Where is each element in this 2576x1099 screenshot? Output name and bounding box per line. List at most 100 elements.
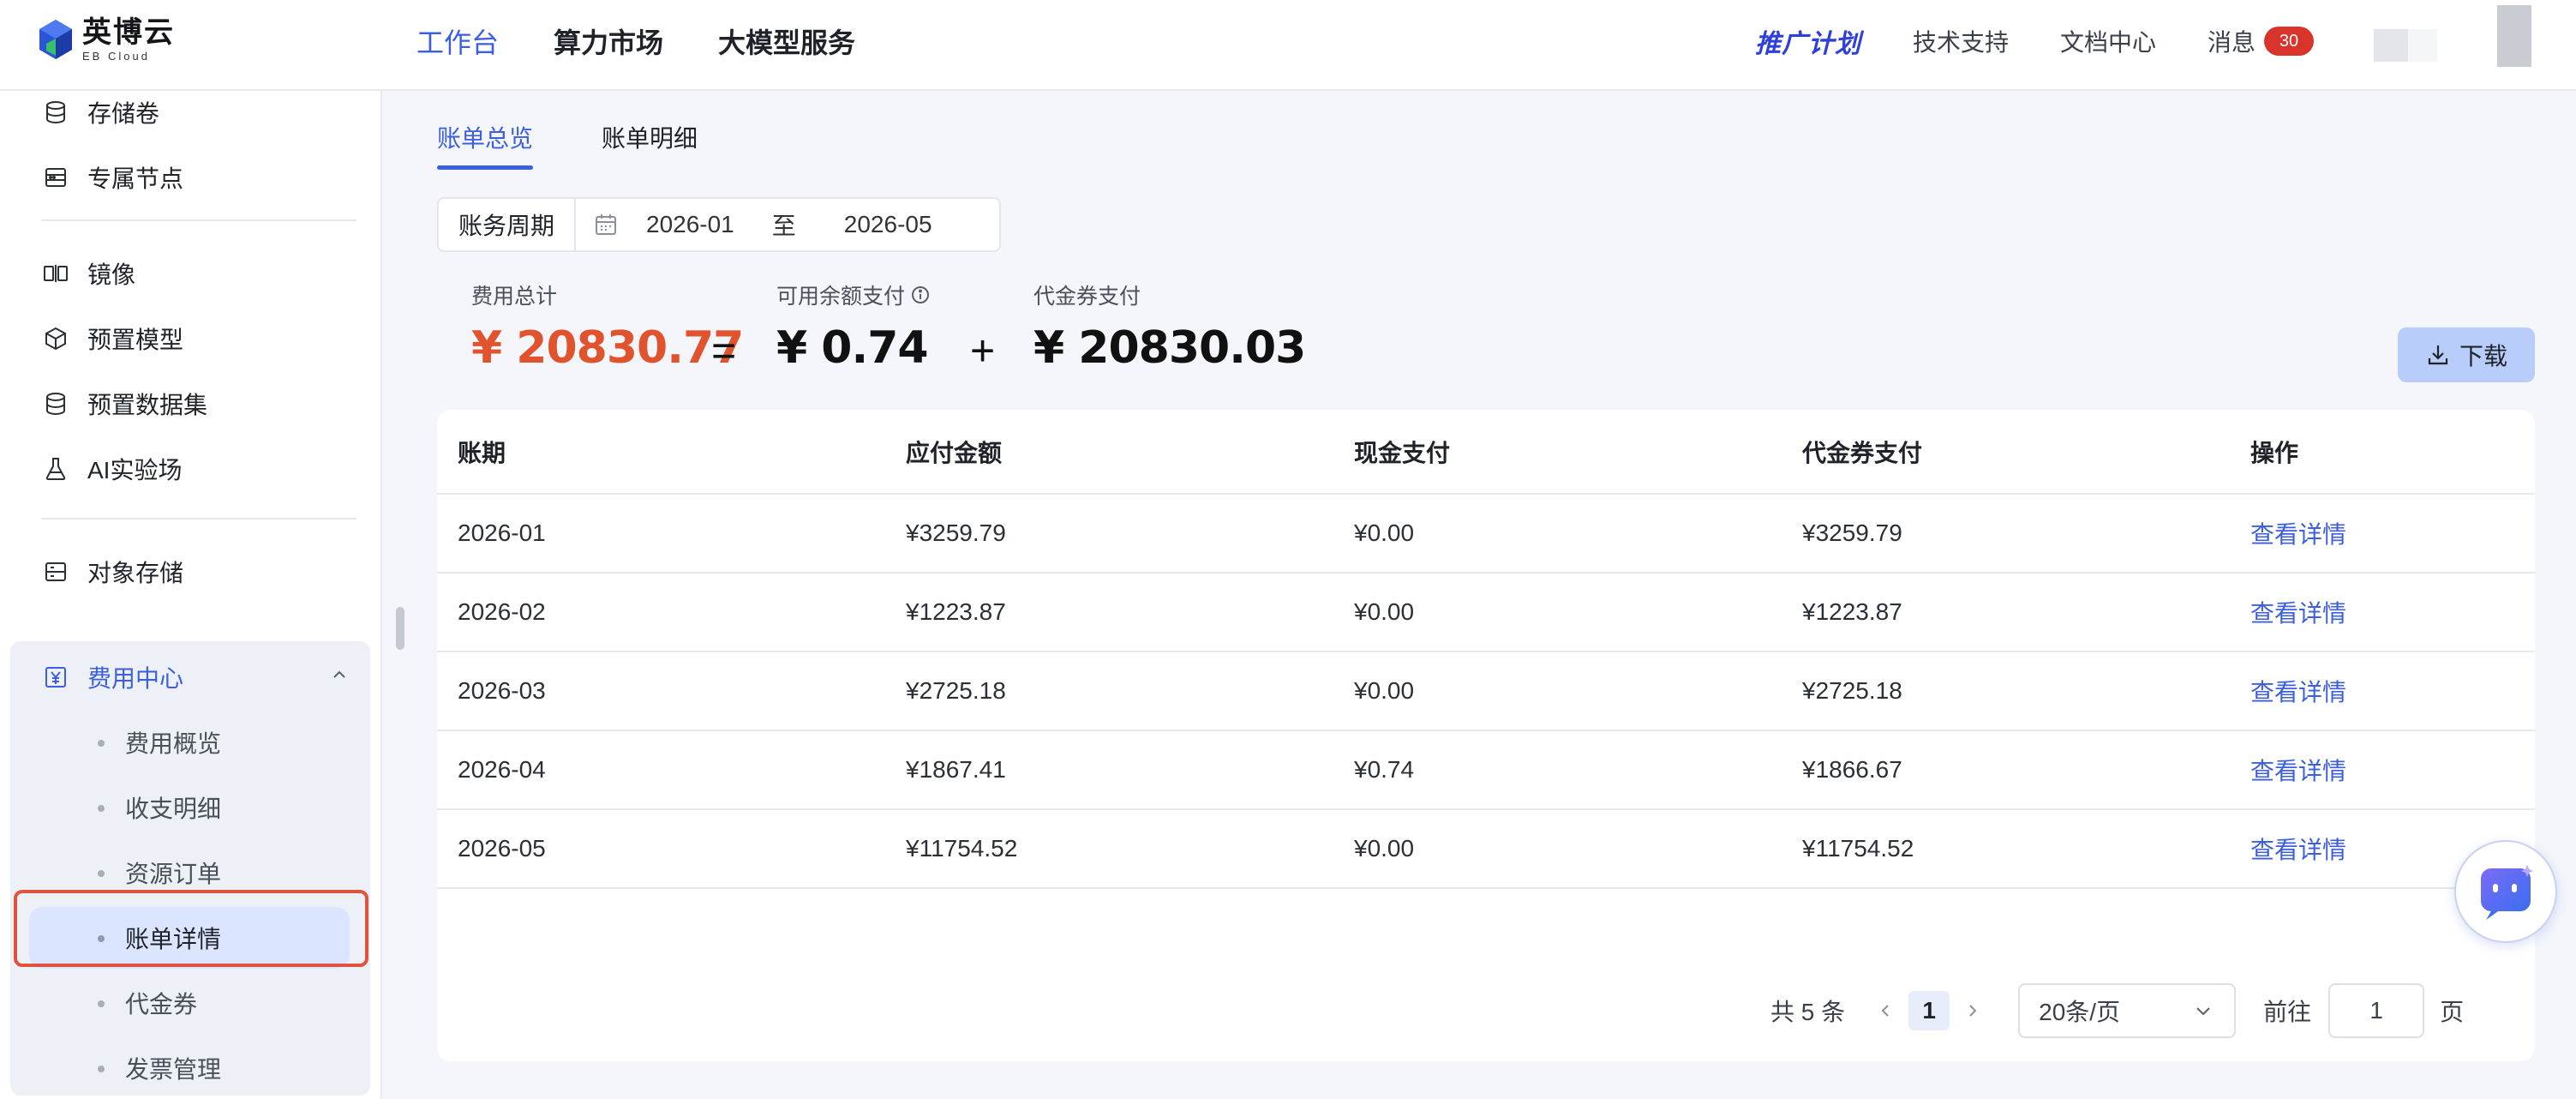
table-row: 2026-01 ¥3259.79 ¥0.00 ¥3259.79 查看详情: [437, 494, 2535, 574]
promo-link[interactable]: 推广计划: [1755, 22, 1861, 60]
voucher-amount: ¥ 20830.03: [1033, 322, 1306, 374]
user-menu[interactable]: [2497, 5, 2531, 67]
avatar[interactable]: [2374, 29, 2437, 62]
billing-period-picker[interactable]: 账务周期 2026-01 至 2026-05: [437, 197, 1001, 252]
period-start[interactable]: 2026-01: [646, 211, 734, 238]
cell-period: 2026-05: [437, 809, 885, 889]
page-size-select[interactable]: 20条/页: [2018, 983, 2237, 1038]
nav-workbench[interactable]: 工作台: [416, 21, 499, 61]
cell-period: 2026-01: [437, 494, 885, 574]
sidebar-item-dedicated-node[interactable]: 专属节点: [41, 156, 183, 199]
subitem-label: 费用概览: [125, 730, 222, 757]
table-row: 2026-05 ¥11754.52 ¥0.00 ¥11754.52 查看详情: [437, 809, 2535, 889]
chevron-up-icon[interactable]: [329, 664, 350, 691]
sidebar-item-preset-dataset[interactable]: 预置数据集: [41, 382, 207, 425]
sidebar-subitem-income-expense[interactable]: 收支明细: [29, 777, 350, 838]
voucher-label: 代金券支付: [1033, 285, 1141, 309]
table-row: 2026-02 ¥1223.87 ¥0.00 ¥1223.87 查看详情: [437, 573, 2535, 652]
sidebar-subitem-invoice[interactable]: 发票管理: [29, 1037, 350, 1099]
cell-voucher: ¥2725.18: [1782, 652, 2230, 731]
sidebar-item-preset-model[interactable]: 预置模型: [41, 317, 183, 360]
cell-voucher: ¥3259.79: [1782, 494, 2230, 574]
sidebar-item-fee-center[interactable]: 费用中心: [41, 652, 350, 703]
bill-table-card: 账期 应付金额 现金支付 代金券支付 操作 2026-01 ¥3259.79 ¥…: [437, 410, 2535, 1061]
period-end[interactable]: 2026-05: [844, 211, 932, 238]
logo-icon: [38, 18, 74, 61]
cell-payable: ¥11754.52: [885, 809, 1333, 889]
dataset-icon: [41, 389, 70, 418]
tech-support-link[interactable]: 技术支持: [1913, 24, 2009, 58]
sidebar-item-storage-volume[interactable]: 存储卷: [41, 91, 159, 134]
view-details-link[interactable]: 查看详情: [2230, 730, 2535, 810]
subitem-label: 代金券: [125, 991, 198, 1018]
header-cash: 现金支付: [1333, 410, 1782, 495]
header-payable: 应付金额: [885, 410, 1333, 495]
cell-payable: ¥2725.18: [885, 652, 1333, 731]
view-details-link[interactable]: 查看详情: [2230, 494, 2535, 574]
top-bar: 英博云 EB Cloud 工作台 算力市场 大模型服务 推广计划 技术支持 文档…: [0, 0, 2576, 91]
table-header-row: 账期 应付金额 现金支付 代金券支付 操作: [437, 410, 2535, 495]
docs-link[interactable]: 文档中心: [2060, 24, 2156, 58]
messages-link[interactable]: 消息 30: [2208, 24, 2314, 58]
brand-name: 英博云: [82, 15, 175, 49]
cell-cash: ¥0.00: [1333, 652, 1782, 731]
info-icon[interactable]: [910, 285, 931, 305]
balance-amount: ¥ 0.74: [776, 322, 929, 374]
nav-compute-market[interactable]: 算力市场: [554, 21, 663, 61]
pagination-total: 共 5 条: [1770, 999, 1846, 1025]
sidebar-subitem-vouchers[interactable]: 代金券: [29, 972, 350, 1034]
page-size-value: 20条/页: [2039, 999, 2121, 1025]
sidebar-item-ai-lab[interactable]: AI实验场: [41, 447, 182, 490]
download-button[interactable]: 下载: [2398, 327, 2535, 382]
cell-cash: ¥0.00: [1333, 809, 1782, 889]
chevron-right-icon[interactable]: [1960, 1002, 1984, 1019]
page-unit-label: 页: [2440, 999, 2465, 1025]
header-voucher: 代金券支付: [1782, 410, 2230, 495]
messages-label: 消息: [2207, 29, 2255, 56]
bill-tabs: 账单总览 账单明细: [437, 120, 698, 170]
sidebar-divider: [41, 518, 356, 519]
right-nav: 推广计划 技术支持 文档中心 消息 30: [1755, 0, 2576, 82]
bullet-dot: [98, 1000, 105, 1007]
view-details-link[interactable]: 查看详情: [2230, 573, 2535, 652]
cell-period: 2026-03: [437, 652, 885, 731]
sidebar-item-label: 预置数据集: [87, 392, 208, 418]
calendar-icon: [593, 212, 619, 237]
goto-page-input[interactable]: 1: [2328, 983, 2425, 1038]
sidebar-resize-handle[interactable]: [396, 607, 404, 650]
subitem-label: 资源订单: [125, 861, 222, 887]
page-number-current[interactable]: 1: [1908, 991, 1950, 1030]
balance-summary: 可用余额支付 ¥ 0.74: [776, 279, 931, 374]
view-details-link[interactable]: 查看详情: [2230, 652, 2535, 731]
tab-bill-overview[interactable]: 账单总览: [437, 120, 534, 170]
logo[interactable]: 英博云 EB Cloud: [38, 15, 175, 63]
voucher-summary: 代金券支付 ¥ 20830.03: [1033, 279, 1306, 374]
brand-name-en: EB Cloud: [82, 49, 150, 63]
sidebar-item-object-storage[interactable]: 对象存储: [41, 550, 183, 593]
assistant-bot-button[interactable]: [2454, 840, 2557, 943]
balance-label: 可用余额支付: [776, 285, 906, 309]
cell-cash: ¥0.00: [1333, 494, 1782, 574]
server-icon: [41, 163, 70, 192]
bill-table: 账期 应付金额 现金支付 代金券支付 操作 2026-01 ¥3259.79 ¥…: [437, 410, 2535, 889]
sidebar-item-image[interactable]: 镜像: [41, 252, 135, 295]
bullet-dot: [98, 805, 105, 812]
cell-period: 2026-04: [437, 730, 885, 810]
balance-label-row: 可用余额支付: [776, 279, 931, 310]
sidebar-item-label: AI实验场: [87, 457, 183, 483]
sidebar-subitem-fee-overview[interactable]: 费用概览: [29, 712, 350, 773]
cell-payable: ¥3259.79: [885, 494, 1333, 574]
sidebar-divider: [41, 219, 356, 221]
sidebar-item-label: 镜像: [87, 261, 136, 288]
period-separator: 至: [771, 213, 796, 239]
image-icon: [41, 259, 70, 288]
storage-icon: [41, 557, 70, 586]
chevron-left-icon[interactable]: [1874, 1002, 1898, 1019]
table-row: 2026-04 ¥1867.41 ¥0.74 ¥1866.67 查看详情: [437, 730, 2535, 810]
message-count-badge: 30: [2264, 27, 2314, 56]
nav-llm-service[interactable]: 大模型服务: [718, 21, 855, 61]
bullet-dot: [98, 870, 105, 877]
goto-label: 前往: [2263, 999, 2312, 1025]
tab-bill-detail[interactable]: 账单明细: [602, 120, 698, 170]
active-item-highlight: [14, 890, 368, 967]
